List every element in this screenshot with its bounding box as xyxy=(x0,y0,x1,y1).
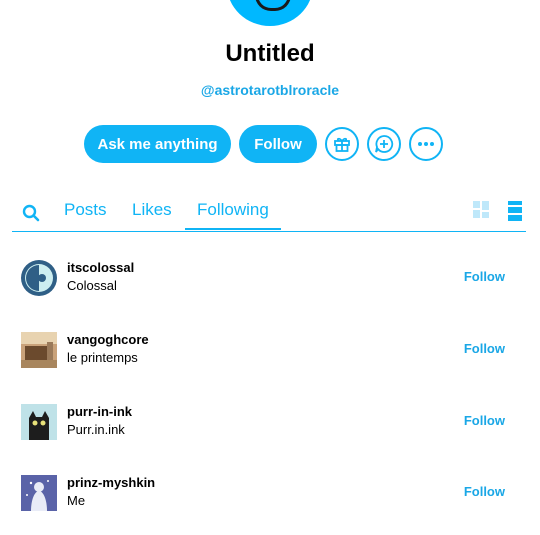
follow-link[interactable]: Follow xyxy=(464,269,505,284)
grid-view-icon[interactable] xyxy=(473,201,490,223)
avatar[interactable] xyxy=(21,475,57,511)
avatar[interactable] xyxy=(21,332,57,368)
list-item[interactable]: prinz-myshkin Me Follow xyxy=(21,473,521,513)
list-item[interactable]: vangoghcore le printemps Follow xyxy=(21,330,521,370)
tab-posts[interactable]: Posts xyxy=(64,200,107,220)
gift-button[interactable] xyxy=(325,127,359,161)
page-title: Untitled xyxy=(225,40,315,67)
list-item[interactable]: itscolossal Colossal Follow xyxy=(21,258,521,298)
blog-title: Me xyxy=(67,493,86,508)
search-icon[interactable] xyxy=(22,204,40,227)
more-icon xyxy=(418,142,434,146)
gift-icon xyxy=(334,137,350,152)
profile-avatar[interactable] xyxy=(227,0,313,26)
blog-title: Colossal xyxy=(67,278,117,293)
more-options-button[interactable] xyxy=(409,127,443,161)
follow-button[interactable]: Follow xyxy=(239,125,317,163)
list-view-icon[interactable] xyxy=(508,201,522,226)
follow-link[interactable]: Follow xyxy=(464,484,505,499)
blog-name[interactable]: vangoghcore xyxy=(67,332,149,347)
tab-following[interactable]: Following xyxy=(185,200,281,230)
avatar-face xyxy=(255,0,291,11)
blog-title: Purr.in.ink xyxy=(67,422,125,437)
tab-likes[interactable]: Likes xyxy=(132,200,172,220)
chat-plus-icon xyxy=(375,135,394,153)
blog-name[interactable]: prinz-myshkin xyxy=(67,475,155,490)
profile-actions: Ask me anything Follow xyxy=(84,125,443,163)
blog-title: le printemps xyxy=(67,350,138,365)
avatar[interactable] xyxy=(21,260,57,296)
list-item[interactable]: purr-in-ink Purr.in.ink Follow xyxy=(21,402,521,442)
avatar[interactable] xyxy=(21,404,57,440)
ask-me-anything-button[interactable]: Ask me anything xyxy=(84,125,231,163)
blog-name[interactable]: purr-in-ink xyxy=(67,404,132,419)
follow-link[interactable]: Follow xyxy=(464,413,505,428)
message-button[interactable] xyxy=(367,127,401,161)
profile-tabs: Posts Likes Following xyxy=(12,196,526,232)
follow-link[interactable]: Follow xyxy=(464,341,505,356)
blog-name[interactable]: itscolossal xyxy=(67,260,134,275)
profile-handle-link[interactable]: @astrotarotblroracle xyxy=(0,82,540,98)
